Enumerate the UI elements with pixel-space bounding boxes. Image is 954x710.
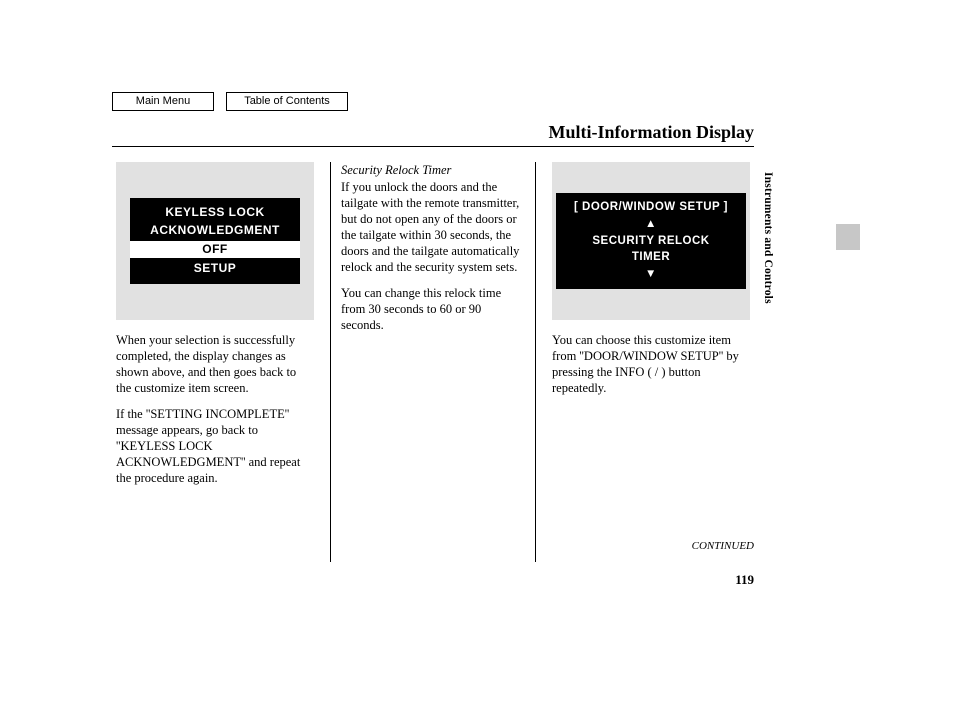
section-tab [836,224,860,250]
body-paragraph: If the ''SETTING INCOMPLETE'' message ap… [116,406,314,486]
content-columns: KEYLESS LOCK ACKNOWLEDGMENT OFF SETUP Wh… [112,162,754,562]
main-menu-button[interactable]: Main Menu [112,92,214,111]
page-number: 119 [735,572,754,588]
display-figure-2: [ DOOR/WINDOW SETUP ] ▲ SECURITY RELOCK … [552,162,750,320]
lcd-keyless-lock: KEYLESS LOCK ACKNOWLEDGMENT OFF SETUP [130,198,300,283]
lcd-line: SECURITY RELOCK [566,233,736,250]
lcd-door-window-setup: [ DOOR/WINDOW SETUP ] ▲ SECURITY RELOCK … [556,193,746,289]
lcd-line: [ DOOR/WINDOW SETUP ] [566,199,736,216]
lcd-line: SETUP [140,260,290,277]
body-paragraph: If you unlock the doors and the tailgate… [341,179,525,275]
column-2: Security Relock Timer If you unlock the … [330,162,536,562]
lcd-line: TIMER [566,249,736,266]
column-1: KEYLESS LOCK ACKNOWLEDGMENT OFF SETUP Wh… [112,162,318,562]
body-paragraph: When your selection is successfully comp… [116,332,314,396]
lcd-line: KEYLESS LOCK [140,204,290,221]
table-of-contents-button[interactable]: Table of Contents [226,92,348,111]
continued-label: CONTINUED [692,540,754,552]
section-subhead: Security Relock Timer [341,162,525,178]
manual-page: Main Menu Table of Contents Multi-Inform… [112,92,832,602]
lcd-line-selected: OFF [130,241,300,258]
body-paragraph: You can change this relock time from 30 … [341,285,525,333]
column-3: [ DOOR/WINDOW SETUP ] ▲ SECURITY RELOCK … [548,162,754,562]
title-rule [112,146,754,147]
page-title: Multi-Information Display [548,122,754,143]
top-nav: Main Menu Table of Contents [112,92,348,111]
triangle-up-icon: ▲ [566,216,736,233]
body-paragraph: You can choose this customize item from … [552,332,750,396]
triangle-down-icon: ▼ [566,266,736,283]
section-tab-label: Instruments and Controls [762,172,774,304]
display-figure-1: KEYLESS LOCK ACKNOWLEDGMENT OFF SETUP [116,162,314,320]
lcd-line: ACKNOWLEDGMENT [140,222,290,239]
